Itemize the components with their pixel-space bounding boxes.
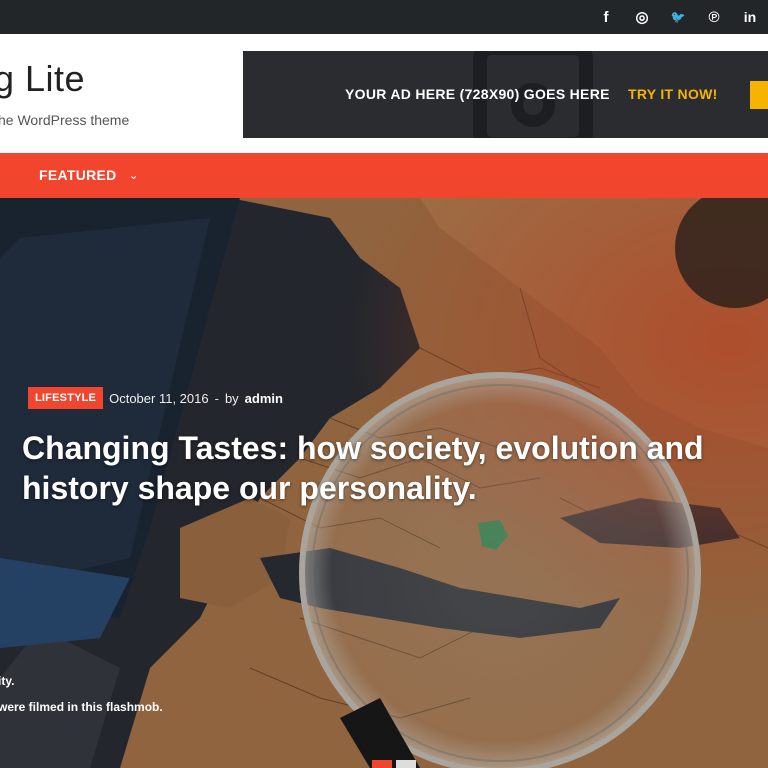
previous-slide-excerpt: were filmed in this flashmob.	[0, 700, 163, 714]
hero-slider[interactable]: LIFESTYLE October 11, 2016 - by admin Ch…	[0, 198, 768, 768]
previous-slide-title: ity.	[0, 674, 15, 688]
top-bar: f ◎ 🐦 ℗ in	[0, 0, 768, 34]
slider-dot[interactable]	[396, 760, 416, 768]
meta-separator: -	[214, 390, 219, 406]
site-tagline: he WordPress theme	[0, 112, 130, 128]
facebook-icon[interactable]: f	[598, 9, 614, 26]
nav-item-featured[interactable]: FEATURED ⌄	[39, 167, 139, 183]
site-title[interactable]: g Lite	[0, 58, 85, 100]
by-label: by	[224, 390, 239, 406]
ad-banner[interactable]: YOUR AD HERE (728X90) GOES HERE TRY IT N…	[243, 51, 768, 138]
site-header: g Lite he WordPress theme YOUR AD HERE (…	[0, 34, 768, 153]
post-headline[interactable]: Changing Tastes: how society, evolution …	[22, 428, 762, 508]
slider-dot-active[interactable]	[372, 760, 392, 768]
ad-text: YOUR AD HERE (728X90) GOES HERE	[345, 86, 610, 102]
main-nav: FEATURED ⌄	[0, 153, 768, 198]
nav-item-label: FEATURED	[39, 167, 117, 183]
ad-button[interactable]	[750, 81, 768, 109]
post-meta: LIFESTYLE October 11, 2016 - by admin	[28, 387, 283, 409]
slider-pagination	[372, 760, 416, 768]
instagram-icon[interactable]: ◎	[634, 9, 650, 26]
ad-cta[interactable]: TRY IT NOW!	[628, 86, 718, 102]
twitter-icon[interactable]: 🐦	[670, 9, 686, 25]
chevron-down-icon: ⌄	[128, 168, 139, 182]
category-badge[interactable]: LIFESTYLE	[28, 387, 104, 409]
linkedin-icon[interactable]: in	[742, 9, 758, 25]
post-author[interactable]: admin	[245, 391, 283, 406]
pinterest-icon[interactable]: ℗	[706, 9, 722, 26]
social-links: f ◎ 🐦 ℗ in	[598, 0, 758, 34]
post-date[interactable]: October 11, 2016	[109, 391, 209, 406]
